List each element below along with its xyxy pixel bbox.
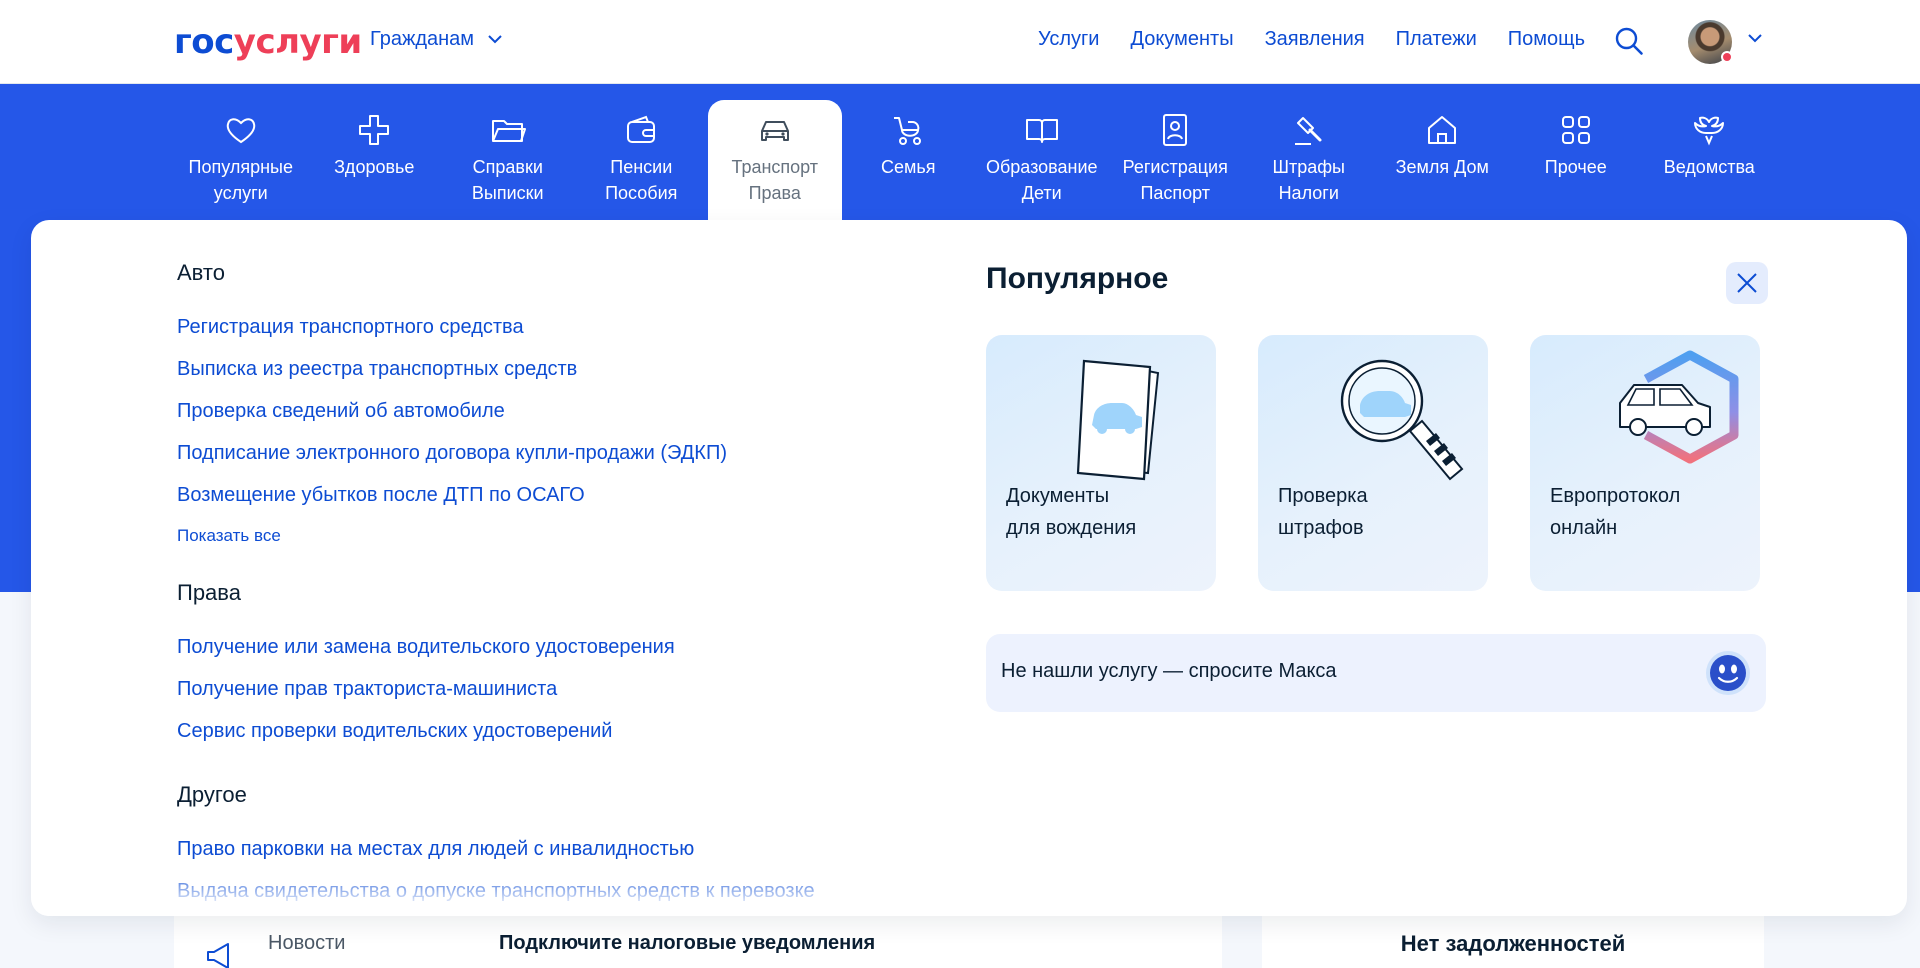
audience-selector[interactable]: Гражданам bbox=[370, 28, 502, 51]
nav-payments[interactable]: Платежи bbox=[1396, 28, 1477, 51]
top-nav: Услуги Документы Заявления Платежи Помощ… bbox=[1038, 28, 1585, 51]
popular-cards: Документы для вождения Проверка штрафов bbox=[986, 335, 1760, 591]
tab-other[interactable]: Прочее bbox=[1509, 100, 1643, 220]
card-label: Документы для вождения bbox=[1006, 485, 1137, 539]
magnifier-car-icon bbox=[1340, 359, 1464, 481]
tab-transport[interactable]: Транспорт Права bbox=[708, 100, 842, 220]
car-icon bbox=[760, 121, 789, 141]
group-auto: Авто Регистрация транспортного средства … bbox=[177, 260, 937, 546]
service-link[interactable]: Проверка сведений об автомобиле bbox=[177, 390, 937, 432]
news-card[interactable]: Новости Подключите налоговые уведомления bbox=[174, 916, 1222, 968]
eagle-icon bbox=[1694, 116, 1725, 146]
tab-registration[interactable]: Регистрация Паспорт bbox=[1109, 100, 1243, 220]
tab-agencies[interactable]: Ведомства bbox=[1643, 100, 1777, 220]
service-link[interactable]: Получение или замена водительского удост… bbox=[177, 626, 937, 668]
robot-assistant-icon bbox=[1706, 651, 1750, 695]
nav-help[interactable]: Помощь bbox=[1508, 28, 1585, 51]
notification-dot bbox=[1721, 51, 1733, 63]
nav-services[interactable]: Услуги bbox=[1038, 28, 1100, 51]
service-link[interactable]: Регистрация транспортного средства bbox=[177, 306, 937, 348]
close-icon bbox=[1737, 273, 1757, 293]
gavel-icon bbox=[1294, 117, 1322, 145]
card-label: Проверка штрафов bbox=[1278, 485, 1368, 539]
avatar[interactable] bbox=[1688, 20, 1733, 64]
popular-section: Популярное Документы для вождения Провер… bbox=[986, 262, 1768, 712]
service-link[interactable]: Выдача свидетельства о допуске транспорт… bbox=[177, 870, 937, 912]
cross-icon bbox=[359, 115, 390, 145]
wallet-icon bbox=[627, 115, 656, 143]
news-label: Новости bbox=[268, 932, 346, 954]
service-link[interactable]: Получение прав тракториста-машиниста bbox=[177, 668, 937, 710]
tab-land-house[interactable]: Земля Дом bbox=[1376, 100, 1510, 220]
popular-title: Популярное bbox=[986, 262, 1169, 295]
id-card-icon bbox=[1163, 114, 1188, 146]
tab-pensions[interactable]: Пенсии Пособия bbox=[575, 100, 709, 220]
popular-card-driving-docs[interactable]: Документы для вождения bbox=[986, 335, 1216, 591]
card-label: Европротокол онлайн bbox=[1550, 485, 1681, 539]
search-icon[interactable] bbox=[1614, 26, 1644, 56]
category-tabs: Популярные услуги Здоровье Справки Выпис… bbox=[174, 100, 1776, 220]
tab-education[interactable]: Образование Дети bbox=[975, 100, 1109, 220]
popular-card-europrotocol[interactable]: Европротокол онлайн bbox=[1530, 335, 1760, 591]
document-car-icon bbox=[1076, 359, 1160, 481]
nav-applications[interactable]: Заявления bbox=[1265, 28, 1365, 51]
group-title: Авто bbox=[177, 260, 225, 285]
grid-icon bbox=[1561, 116, 1590, 144]
folder-icon bbox=[491, 120, 526, 142]
chevron-down-icon bbox=[488, 35, 502, 44]
group-title: Другое bbox=[177, 782, 247, 807]
service-link[interactable]: Право парковки на местах для людей с инв… bbox=[177, 828, 937, 870]
house-icon bbox=[1428, 116, 1457, 144]
debt-status: Нет задолженностей bbox=[1400, 931, 1626, 956]
nav-documents[interactable]: Документы bbox=[1130, 28, 1233, 51]
heart-icon bbox=[226, 118, 255, 144]
group-license: Права Получение или замена водительского… bbox=[177, 580, 937, 752]
tab-health[interactable]: Здоровье bbox=[308, 100, 442, 220]
tab-certificates[interactable]: Справки Выписки bbox=[441, 100, 575, 220]
stroller-icon bbox=[894, 117, 922, 145]
tab-popular[interactable]: Популярные услуги bbox=[174, 100, 308, 220]
service-link[interactable]: Выписка из реестра транспортных средств bbox=[177, 348, 937, 390]
transport-menu-panel: Авто Регистрация транспортного средства … bbox=[31, 220, 1907, 916]
tab-fines[interactable]: Штрафы Налоги bbox=[1242, 100, 1376, 220]
tab-family[interactable]: Семья bbox=[842, 100, 976, 220]
group-other: Другое Право парковки на местах для люде… bbox=[177, 782, 937, 912]
popular-card-fines-check[interactable]: Проверка штрафов bbox=[1258, 335, 1488, 591]
service-link[interactable]: Подписание электронного договора купли-п… bbox=[177, 432, 937, 474]
gosuslugi-logo[interactable]: госуслуги bbox=[174, 22, 362, 62]
site-header: госуслуги Гражданам Услуги Документы Зая… bbox=[0, 0, 1920, 84]
debt-card[interactable]: Нет задолженностей bbox=[1262, 916, 1764, 968]
chevron-down-icon[interactable] bbox=[1748, 34, 1762, 43]
show-all-link[interactable]: Показать все bbox=[177, 526, 937, 546]
ask-max-banner[interactable]: Не нашли услугу — спросите Макса bbox=[986, 634, 1766, 712]
group-title: Права bbox=[177, 580, 241, 605]
megaphone-icon bbox=[207, 943, 229, 968]
close-button[interactable] bbox=[1726, 262, 1768, 304]
car-hexagon-icon bbox=[1619, 350, 1739, 464]
audience-label: Гражданам bbox=[370, 28, 475, 50]
service-link[interactable]: Возмещение убытков после ДТП по ОСАГО bbox=[177, 474, 937, 516]
news-headline[interactable]: Подключите налоговые уведомления bbox=[499, 932, 875, 955]
ask-max-text: Не нашли услугу — спросите Макса bbox=[1001, 660, 1337, 682]
book-icon bbox=[1025, 119, 1058, 143]
service-link[interactable]: Сервис проверки водительских удостоверен… bbox=[177, 710, 937, 752]
service-groups: Авто Регистрация транспортного средства … bbox=[177, 260, 937, 912]
